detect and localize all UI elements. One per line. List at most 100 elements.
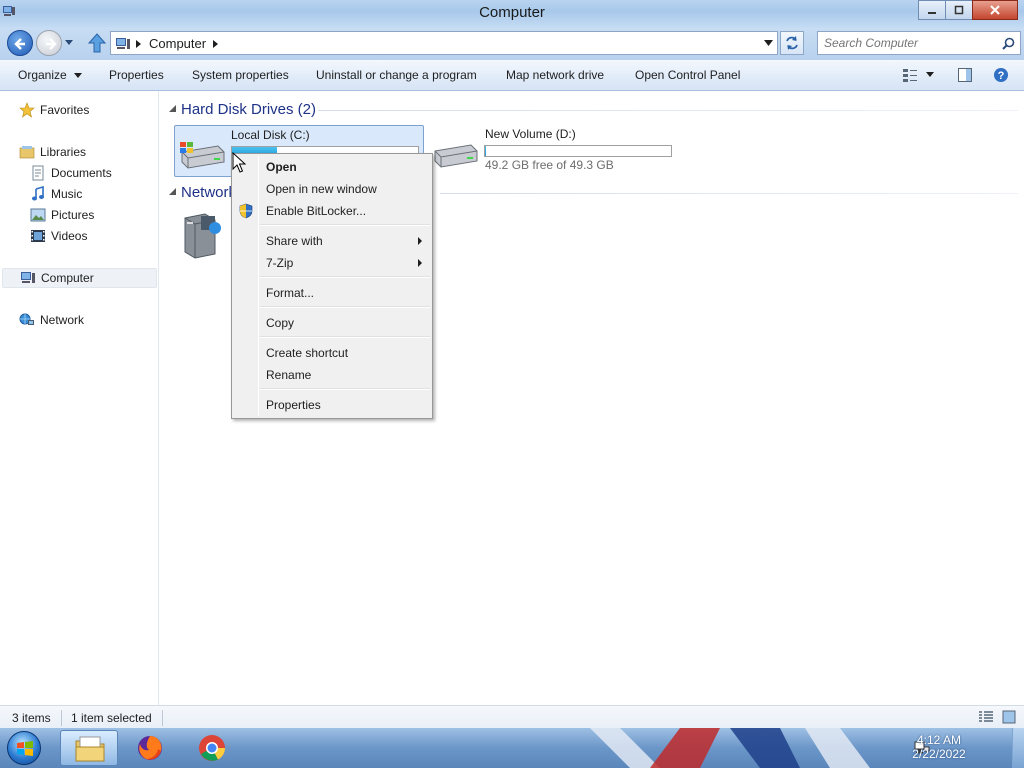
large-icons-view-icon[interactable]: [1002, 710, 1016, 724]
address-row: Computer: [0, 28, 1024, 60]
group-divider: [440, 193, 1018, 194]
computer-icon: [116, 38, 130, 49]
chevron-down-icon[interactable]: [926, 72, 934, 77]
nav-label: Pictures: [51, 208, 95, 222]
preview-pane-icon[interactable]: [957, 67, 973, 83]
status-item-count: 3 items: [12, 711, 51, 725]
properties-button[interactable]: Properties: [109, 68, 164, 82]
nav-favorites[interactable]: Favorites: [19, 100, 89, 120]
clock-date: 2/22/2022: [912, 747, 966, 761]
search-box[interactable]: [817, 31, 1021, 55]
nav-label: Favorites: [40, 103, 90, 117]
network-media-device-icon[interactable]: [181, 210, 225, 260]
nav-libraries[interactable]: Libraries: [19, 142, 86, 162]
collapse-triangle-icon[interactable]: [169, 188, 176, 195]
nav-label: Network: [40, 313, 85, 327]
back-button[interactable]: [7, 30, 33, 56]
refresh-button[interactable]: [780, 31, 804, 55]
menu-item-create-shortcut[interactable]: Create shortcut: [234, 342, 430, 364]
menu-item-open[interactable]: Open: [234, 156, 430, 178]
menu-item-format[interactable]: Format...: [234, 282, 430, 304]
chevron-down-icon[interactable]: [764, 40, 773, 46]
windows-logo-icon: [17, 741, 33, 756]
search-icon[interactable]: [1002, 37, 1015, 50]
nav-pictures[interactable]: Pictures: [30, 205, 94, 225]
menu-item-share-with[interactable]: Share with: [234, 230, 430, 252]
taskbar-chrome-button[interactable]: [184, 730, 242, 766]
restore-button[interactable]: [945, 0, 973, 20]
drive-d[interactable]: New Volume (D:) 49.2 GB free of 49.3 GB: [428, 125, 688, 177]
nav-label: Computer: [41, 271, 94, 285]
hard-disk-drives-header[interactable]: Hard Disk Drives (2): [181, 101, 316, 118]
menu-item-label: Open in new window: [266, 182, 377, 196]
menu-item-rename[interactable]: Rename: [234, 364, 430, 386]
close-icon: [990, 5, 1000, 15]
nav-computer[interactable]: Computer: [2, 268, 157, 288]
menu-item-label: Open: [266, 160, 297, 174]
menu-item-copy[interactable]: Copy: [234, 312, 430, 334]
menu-item-7zip[interactable]: 7-Zip: [234, 252, 430, 274]
menu-separator: [260, 336, 430, 338]
library-icon: [19, 146, 35, 159]
show-desktop-button[interactable]: [1012, 728, 1024, 768]
chevron-right-icon[interactable]: [136, 40, 142, 48]
search-input[interactable]: [824, 36, 994, 50]
chevron-right-icon[interactable]: [213, 40, 219, 48]
close-button[interactable]: [972, 0, 1018, 20]
taskbar-firefox-button[interactable]: [122, 730, 180, 766]
menu-item-label: Create shortcut: [266, 346, 349, 360]
mouse-cursor-icon: [232, 152, 246, 173]
menu-item-label: Properties: [266, 398, 321, 412]
network-location-header[interactable]: Network: [181, 184, 236, 201]
menu-item-label: Enable BitLocker...: [266, 204, 367, 218]
nav-label: Documents: [51, 166, 112, 180]
system-properties-button[interactable]: System properties: [192, 68, 289, 82]
clock[interactable]: 4:12 AM 2/22/2022: [904, 733, 974, 761]
nav-network[interactable]: Network: [19, 310, 84, 330]
documents-icon: [32, 165, 44, 181]
recent-pages-dropdown-icon[interactable]: [64, 37, 74, 47]
address-bar[interactable]: Computer: [110, 31, 778, 55]
arrow-left-icon: [14, 38, 25, 50]
menu-item-label: Copy: [266, 316, 295, 330]
up-arrow-icon[interactable]: [87, 32, 107, 54]
collapse-triangle-icon[interactable]: [169, 105, 176, 112]
start-button[interactable]: [7, 731, 41, 765]
group-divider: [318, 110, 1018, 111]
pictures-icon: [30, 208, 46, 222]
drive-usage-bar: [484, 145, 672, 157]
status-bar: 3 items 1 item selected: [0, 705, 1024, 728]
menu-item-properties[interactable]: Properties: [234, 394, 430, 416]
menu-separator: [260, 388, 430, 390]
nav-videos[interactable]: Videos: [30, 226, 87, 246]
music-icon: [32, 186, 44, 201]
organize-button[interactable]: Organize: [18, 68, 83, 82]
nav-label: Music: [51, 187, 83, 201]
details-view-icon[interactable]: [979, 711, 993, 723]
folder-icon: [75, 736, 105, 762]
context-menu: Open Open in new window Enable BitLocker…: [231, 153, 433, 419]
open-control-panel-button[interactable]: Open Control Panel: [635, 68, 740, 82]
uninstall-program-button[interactable]: Uninstall or change a program: [316, 68, 477, 82]
window-controls: [918, 0, 1018, 20]
window-title: Computer: [479, 4, 545, 21]
navigation-pane: Favorites Libraries Documents Music Pict…: [0, 91, 159, 705]
nav-music[interactable]: Music: [30, 184, 82, 204]
menu-item-enable-bitlocker[interactable]: Enable BitLocker...: [234, 200, 430, 222]
help-icon[interactable]: ?: [993, 67, 1009, 83]
nav-label: Libraries: [40, 145, 87, 159]
drive-free-space: 49.2 GB free of 49.3 GB: [485, 158, 614, 172]
map-network-drive-button[interactable]: Map network drive: [506, 68, 604, 82]
videos-icon: [31, 230, 45, 242]
menu-separator: [260, 276, 430, 278]
nav-documents[interactable]: Documents: [30, 163, 112, 183]
restore-icon: [954, 5, 964, 15]
chrome-icon: [199, 735, 225, 761]
breadcrumb-computer[interactable]: Computer: [149, 36, 206, 51]
view-options-icon[interactable]: [902, 67, 918, 83]
forward-button[interactable]: [36, 30, 62, 56]
minimize-button[interactable]: [918, 0, 946, 20]
minimize-icon: [928, 12, 936, 14]
menu-item-open-new-window[interactable]: Open in new window: [234, 178, 430, 200]
taskbar-explorer-button[interactable]: [60, 730, 118, 766]
